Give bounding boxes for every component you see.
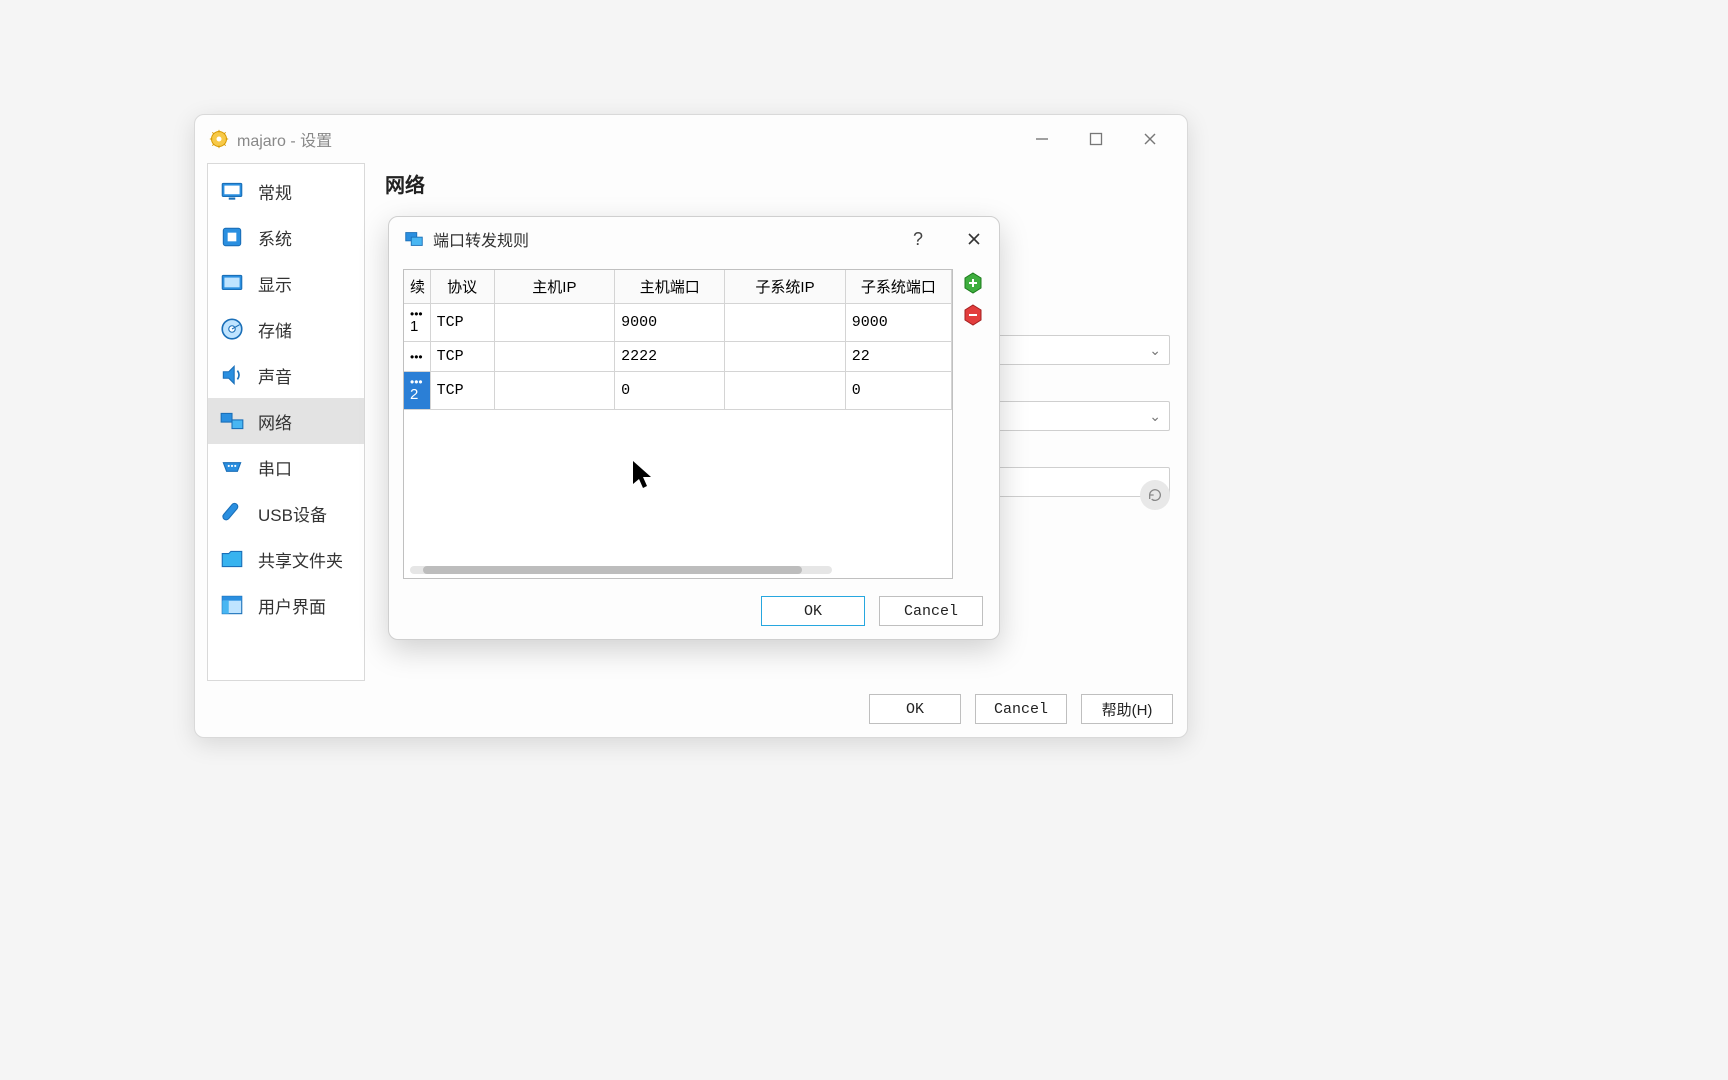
table-row[interactable]: •••1TCP 9000 9000: [404, 304, 952, 342]
speaker-icon: [218, 361, 246, 389]
sidebar-item-display[interactable]: 显示: [208, 260, 364, 306]
sidebar-label: USB设备: [258, 501, 327, 526]
chevron-down-icon: ⌄: [1149, 342, 1161, 359]
sidebar-item-usb[interactable]: USB设备: [208, 490, 364, 536]
main-footer: OK Cancel 帮助(H): [195, 681, 1187, 737]
maximize-button[interactable]: [1083, 126, 1109, 152]
table-header-row: 续 协议 主机IP 主机端口 子系统IP 子系统端口: [404, 270, 952, 304]
cell-guest-ip[interactable]: [725, 304, 845, 342]
cell-host-port[interactable]: 2222: [615, 342, 725, 372]
sidebar-label: 系统: [258, 225, 292, 250]
main-cancel-button[interactable]: Cancel: [975, 694, 1067, 724]
row-index-cell[interactable]: •••2: [404, 372, 430, 410]
cell-host-port[interactable]: 0: [615, 372, 725, 410]
sidebar-item-storage[interactable]: 存储: [208, 306, 364, 352]
cell-host-ip[interactable]: [494, 372, 614, 410]
col-guest-ip[interactable]: 子系统IP: [725, 270, 845, 304]
page-title: 网络: [385, 169, 1175, 198]
sidebar-label: 常规: [258, 179, 292, 204]
cell-guest-port[interactable]: 9000: [845, 304, 951, 342]
network-stack-icon: [403, 228, 425, 250]
sidebar-item-shared-folders[interactable]: 共享文件夹: [208, 536, 364, 582]
sidebar-item-system[interactable]: 系统: [208, 214, 364, 260]
sidebar-item-audio[interactable]: 声音: [208, 352, 364, 398]
row-index-cell[interactable]: •••1: [404, 304, 430, 342]
cell-guest-ip[interactable]: [725, 342, 845, 372]
sidebar-label: 网络: [258, 409, 292, 434]
col-host-port[interactable]: 主机端口: [615, 270, 725, 304]
help-button[interactable]: ?: [907, 228, 929, 250]
main-titlebar: majaro - 设置: [195, 115, 1187, 163]
table-row[interactable]: •••2TCP 0 0: [404, 372, 952, 410]
col-corner[interactable]: 续: [404, 270, 430, 304]
cell-guest-port[interactable]: 0: [845, 372, 951, 410]
layout-icon: [218, 591, 246, 619]
row-index-cell[interactable]: •••: [404, 342, 430, 372]
dialog-title: 端口转发规则: [433, 227, 907, 251]
rule-tools: [959, 269, 987, 579]
chevron-down-icon: ⌄: [1149, 408, 1161, 425]
sidebar-label: 用户界面: [258, 593, 326, 618]
col-host-ip[interactable]: 主机IP: [494, 270, 614, 304]
cell-host-port[interactable]: 9000: [615, 304, 725, 342]
sidebar-label: 存储: [258, 317, 292, 342]
cell-host-ip[interactable]: [494, 342, 614, 372]
folder-icon: [218, 545, 246, 573]
rules-table: 续 协议 主机IP 主机端口 子系统IP 子系统端口 •••1TCP900090…: [404, 270, 952, 410]
cell-protocol[interactable]: TCP: [430, 372, 494, 410]
col-protocol[interactable]: 协议: [430, 270, 494, 304]
sidebar-item-serial[interactable]: 串口: [208, 444, 364, 490]
cell-guest-ip[interactable]: [725, 372, 845, 410]
display-icon: [218, 269, 246, 297]
add-rule-button[interactable]: [961, 271, 985, 295]
dialog-footer: OK Cancel: [389, 583, 999, 639]
cell-host-ip[interactable]: [494, 304, 614, 342]
network-icon: [218, 407, 246, 435]
chip-icon: [218, 223, 246, 251]
main-ok-button[interactable]: OK: [869, 694, 961, 724]
dialog-cancel-button[interactable]: Cancel: [879, 596, 983, 626]
window-controls: [1029, 126, 1177, 152]
close-button[interactable]: [1137, 126, 1163, 152]
col-guest-port[interactable]: 子系统端口: [845, 270, 951, 304]
main-help-button[interactable]: 帮助(H): [1081, 694, 1173, 724]
monitor-icon: [218, 177, 246, 205]
disk-icon: [218, 315, 246, 343]
table-row[interactable]: •••TCP222222: [404, 342, 952, 372]
window-title: majaro - 设置: [237, 127, 1029, 151]
scrollbar-thumb[interactable]: [423, 566, 803, 574]
dialog-close-button[interactable]: [963, 228, 985, 250]
sidebar-label: 声音: [258, 363, 292, 388]
cell-guest-port[interactable]: 22: [845, 342, 951, 372]
app-gear-icon: [209, 129, 229, 149]
sidebar-label: 显示: [258, 271, 292, 296]
cell-protocol[interactable]: TCP: [430, 342, 494, 372]
sidebar-item-general[interactable]: 常规: [208, 168, 364, 214]
dialog-ok-button[interactable]: OK: [761, 596, 865, 626]
port-forwarding-dialog: 端口转发规则 ? 续 协议 主机IP 主机端口: [388, 216, 1000, 640]
usb-icon: [218, 499, 246, 527]
cell-protocol[interactable]: TCP: [430, 304, 494, 342]
sidebar-item-network[interactable]: 网络: [208, 398, 364, 444]
sidebar-item-ui[interactable]: 用户界面: [208, 582, 364, 628]
sidebar-label: 共享文件夹: [258, 547, 343, 572]
remove-rule-button[interactable]: [961, 303, 985, 327]
horizontal-scrollbar[interactable]: [410, 566, 832, 574]
sidebar-label: 串口: [258, 455, 292, 480]
refresh-button[interactable]: [1140, 480, 1170, 510]
settings-sidebar: 常规 系统 显示 存储: [207, 163, 365, 681]
minimize-button[interactable]: [1029, 126, 1055, 152]
serial-port-icon: [218, 453, 246, 481]
rules-table-container: 续 协议 主机IP 主机端口 子系统IP 子系统端口 •••1TCP900090…: [403, 269, 953, 579]
dialog-titlebar: 端口转发规则 ?: [389, 217, 999, 261]
